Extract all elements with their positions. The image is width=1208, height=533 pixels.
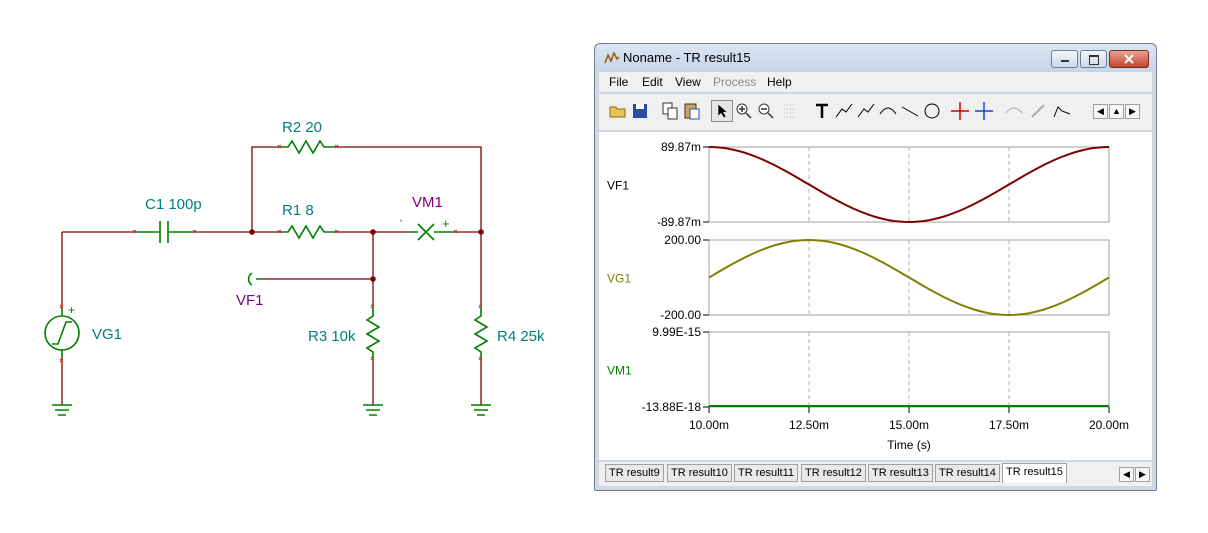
wire bbox=[458, 231, 482, 307]
tr-result-window[interactable]: Noname - TR result15 File Edit View Proc… bbox=[594, 43, 1157, 491]
minimize-icon bbox=[1061, 60, 1069, 62]
zoom-in-icon[interactable] bbox=[733, 100, 755, 122]
minimize-button[interactable] bbox=[1051, 50, 1078, 68]
smooth-icon[interactable] bbox=[1003, 100, 1025, 122]
menu-help[interactable]: Help bbox=[767, 75, 792, 89]
tabs-scroll-right-button[interactable]: ▶ bbox=[1135, 467, 1150, 482]
close-icon bbox=[1124, 54, 1134, 64]
curve-label-alt-icon[interactable] bbox=[855, 100, 877, 122]
tab-tr-result15[interactable]: TR result15 bbox=[1002, 463, 1067, 483]
y-tick-label: -200.00 bbox=[660, 308, 701, 322]
label-vf1: VF1 bbox=[236, 292, 264, 309]
series-label: VF1 bbox=[607, 179, 629, 193]
save-icon[interactable] bbox=[629, 100, 651, 122]
label-r4: R4 25k bbox=[497, 328, 545, 345]
resistor-r2[interactable] bbox=[279, 139, 336, 155]
x-tick-label: 15.00m bbox=[889, 418, 929, 432]
tab-tr-result9[interactable]: TR result9 bbox=[605, 464, 664, 482]
vm1-minus-sign: ' bbox=[400, 218, 402, 230]
circle-icon[interactable] bbox=[921, 100, 943, 122]
vg1-plus-sign: + bbox=[68, 303, 75, 317]
ground-symbol bbox=[471, 404, 491, 416]
junctions bbox=[249, 229, 484, 282]
open-icon[interactable] bbox=[607, 100, 629, 122]
series-label: VG1 bbox=[607, 272, 631, 286]
grid-icon[interactable] bbox=[779, 100, 801, 122]
cursor-a-icon[interactable] bbox=[949, 100, 971, 122]
result-tabs: TR result9 TR result10 TR result11 TR re… bbox=[599, 462, 1152, 486]
tab-tr-result11[interactable]: TR result11 bbox=[734, 464, 799, 482]
y-tick-label: -13.88E-18 bbox=[642, 400, 702, 414]
maximize-icon bbox=[1089, 55, 1099, 65]
wire bbox=[61, 231, 135, 307]
wire bbox=[336, 146, 482, 232]
menu-edit[interactable]: Edit bbox=[642, 75, 663, 89]
series-label: VM1 bbox=[607, 364, 632, 378]
label-r2: R2 20 bbox=[282, 119, 322, 136]
circuit-schematic[interactable]: C1 100p R2 20 R1 8 VM1 ' + VF1 VG1 + R3 … bbox=[0, 0, 590, 533]
tab-tr-result14[interactable]: TR result14 bbox=[935, 464, 1000, 482]
toolbar-scroll-updown-button[interactable]: ▲ bbox=[1109, 104, 1124, 119]
vm1-plus-sign: + bbox=[442, 216, 450, 231]
y-tick-label: 89.87m bbox=[661, 140, 701, 154]
x-tick-label: 20.00m bbox=[1089, 418, 1129, 432]
toolbar: ◀ ▲ ▶ bbox=[599, 94, 1152, 131]
label-r1: R1 8 bbox=[282, 202, 314, 219]
wire bbox=[61, 358, 482, 405]
line-icon[interactable] bbox=[899, 100, 921, 122]
copy-icon[interactable] bbox=[659, 100, 681, 122]
tab-tr-result10[interactable]: TR result10 bbox=[667, 464, 732, 482]
label-c1: C1 100p bbox=[145, 196, 202, 213]
pointer-icon[interactable] bbox=[711, 100, 733, 122]
close-button[interactable] bbox=[1109, 50, 1149, 68]
window-title: Noname - TR result15 bbox=[623, 50, 751, 65]
curve-label-icon[interactable] bbox=[833, 100, 855, 122]
text-icon[interactable] bbox=[811, 100, 833, 122]
toolbar-scroll-left-button[interactable]: ◀ bbox=[1093, 104, 1108, 119]
y-tick-label: 200.00 bbox=[664, 233, 701, 247]
voltmeter-vm1[interactable] bbox=[409, 223, 458, 241]
resistor-r4[interactable] bbox=[473, 307, 489, 358]
capacitor-c1[interactable] bbox=[135, 221, 194, 243]
app-icon bbox=[604, 51, 620, 64]
zoom-out-icon[interactable] bbox=[755, 100, 777, 122]
tab-tr-result12[interactable]: TR result12 bbox=[801, 464, 866, 482]
menu-bar: File Edit View Process Help bbox=[599, 72, 1152, 92]
pin-marks bbox=[59, 144, 483, 363]
menu-file[interactable]: File bbox=[609, 75, 628, 89]
x-tick-label: 17.50m bbox=[989, 418, 1029, 432]
y-tick-label: -89.87m bbox=[657, 215, 701, 229]
x-tick-label: 12.50m bbox=[789, 418, 829, 432]
menu-process[interactable]: Process bbox=[713, 75, 756, 89]
tab-tr-result13[interactable]: TR result13 bbox=[868, 464, 933, 482]
resistor-r1[interactable] bbox=[279, 224, 336, 240]
cursor-b-icon[interactable] bbox=[973, 100, 995, 122]
diagram-label-icon[interactable] bbox=[877, 100, 899, 122]
resistor-r3[interactable] bbox=[365, 307, 381, 358]
plot-area[interactable]: 89.87m -89.87m VF1 200.00 -200.00 VG1 9.99E-15… bbox=[599, 132, 1152, 460]
ground-symbol bbox=[52, 404, 72, 416]
label-vm1: VM1 bbox=[412, 194, 443, 211]
toolbar-scroll-right-button[interactable]: ▶ bbox=[1125, 104, 1140, 119]
maximize-button[interactable] bbox=[1080, 50, 1107, 68]
ground-symbol bbox=[363, 404, 383, 416]
label-vg1: VG1 bbox=[92, 326, 122, 343]
pen-icon[interactable] bbox=[1027, 100, 1049, 122]
x-tick-label: 10.00m bbox=[689, 418, 729, 432]
title-bar[interactable]: Noname - TR result15 bbox=[595, 44, 1156, 72]
waveform-plots[interactable]: 89.87m -89.87m VF1 200.00 -200.00 VG1 9.99E-15… bbox=[599, 132, 1152, 460]
x-axis-title: Time (s) bbox=[887, 438, 931, 452]
y-tick-label: 9.99E-15 bbox=[652, 325, 701, 339]
paste-icon[interactable] bbox=[681, 100, 703, 122]
probe-vf1[interactable] bbox=[247, 272, 262, 286]
tabs-scroll-left-button[interactable]: ◀ bbox=[1119, 467, 1134, 482]
peak-icon[interactable] bbox=[1051, 100, 1073, 122]
label-r3: R3 10k bbox=[308, 328, 356, 345]
menu-view[interactable]: View bbox=[675, 75, 701, 89]
wire bbox=[251, 146, 279, 232]
